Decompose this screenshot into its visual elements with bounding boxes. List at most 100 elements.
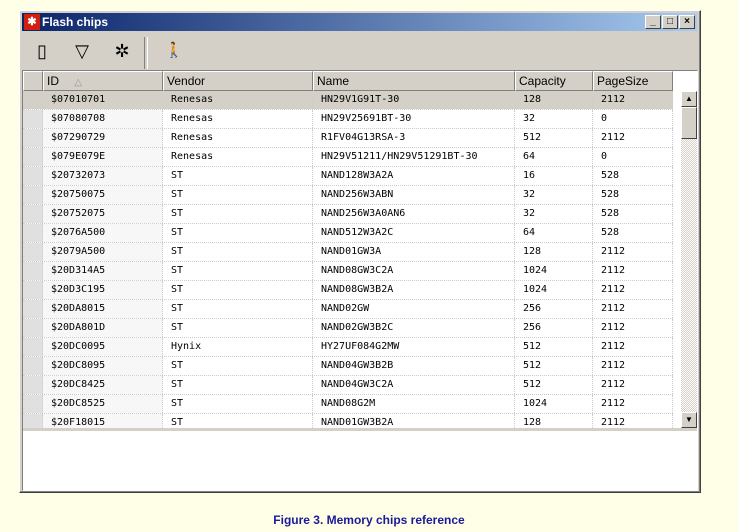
cell-pagesize[interactable]: 528 [593, 167, 673, 185]
cell-id[interactable]: $20DC8095 [43, 357, 163, 375]
cell-name[interactable]: NAND256W3ABN [313, 186, 515, 204]
cell-vendor[interactable]: ST [163, 262, 313, 280]
cell-pagesize[interactable]: 2112 [593, 262, 673, 280]
cell-name[interactable]: R1FV04G13RSA-3 [313, 129, 515, 147]
cell-name[interactable]: HN29V25691BT-30 [313, 110, 515, 128]
cell-pagesize[interactable]: 528 [593, 224, 673, 242]
header-id[interactable]: ID △ [43, 71, 163, 91]
cell-capacity[interactable]: 16 [515, 167, 593, 185]
cell-name[interactable]: NAND04GW3B2B [313, 357, 515, 375]
table-row[interactable]: $20DC0095 Hynix HY27UF084G2MW 512 2112 [23, 338, 673, 357]
row-indicator[interactable] [23, 300, 43, 318]
cell-pagesize[interactable]: 2112 [593, 129, 673, 147]
new-document-icon[interactable]: ▯ [30, 40, 54, 64]
cell-id[interactable]: $20DA801D [43, 319, 163, 337]
cell-pagesize[interactable]: 2112 [593, 357, 673, 375]
cell-name[interactable]: NAND04GW3C2A [313, 376, 515, 394]
cell-name[interactable]: NAND128W3A2A [313, 167, 515, 185]
table-row[interactable]: $20D3C195 ST NAND08GW3B2A 1024 2112 [23, 281, 673, 300]
cell-vendor[interactable]: ST [163, 186, 313, 204]
cell-capacity[interactable]: 1024 [515, 395, 593, 413]
cell-pagesize[interactable]: 2112 [593, 243, 673, 261]
cell-capacity[interactable]: 64 [515, 148, 593, 166]
row-indicator[interactable] [23, 395, 43, 413]
cell-id[interactable]: $20732073 [43, 167, 163, 185]
cell-id[interactable]: $20DA8015 [43, 300, 163, 318]
cell-capacity[interactable]: 512 [515, 376, 593, 394]
exit-icon[interactable]: 🚶 [162, 40, 186, 64]
cell-capacity[interactable]: 256 [515, 300, 593, 318]
cell-pagesize[interactable]: 2112 [593, 319, 673, 337]
cell-vendor[interactable]: ST [163, 205, 313, 223]
cell-capacity[interactable]: 256 [515, 319, 593, 337]
cell-name[interactable]: NAND01GW3A [313, 243, 515, 261]
cell-capacity[interactable]: 64 [515, 224, 593, 242]
cell-id[interactable]: $20DC8425 [43, 376, 163, 394]
table-row[interactable]: $2079A500 ST NAND01GW3A 128 2112 [23, 243, 673, 262]
cell-id[interactable]: $20750075 [43, 186, 163, 204]
table-row[interactable]: $07010701 Renesas HN29V1G91T-30 128 2112 [23, 91, 673, 110]
cell-capacity[interactable]: 128 [515, 243, 593, 261]
row-indicator[interactable] [23, 205, 43, 223]
table-row[interactable]: $079E079E Renesas HN29V51211/HN29V51291BT-… [23, 148, 673, 167]
vertical-scrollbar[interactable]: ▲ ▼ [681, 91, 697, 428]
cell-name[interactable]: NAND08G2M [313, 395, 515, 413]
header-capacity[interactable]: Capacity [515, 71, 593, 91]
row-indicator[interactable] [23, 243, 43, 261]
cell-vendor[interactable]: Renesas [163, 110, 313, 128]
cell-capacity[interactable]: 32 [515, 186, 593, 204]
title-bar[interactable]: ✱ Flash chips _ □ × [22, 13, 697, 31]
row-indicator[interactable] [23, 319, 43, 337]
table-row[interactable]: $20D314A5 ST NAND08GW3C2A 1024 2112 [23, 262, 673, 281]
cell-name[interactable]: NAND08GW3B2A [313, 281, 515, 299]
row-indicator[interactable] [23, 357, 43, 375]
cell-pagesize[interactable]: 528 [593, 205, 673, 223]
row-indicator[interactable] [23, 224, 43, 242]
table-row[interactable]: $07080708 Renesas HN29V25691BT-30 32 0 [23, 110, 673, 129]
cell-vendor[interactable]: ST [163, 300, 313, 318]
cell-capacity[interactable]: 128 [515, 414, 593, 428]
table-row[interactable]: $20DC8425 ST NAND04GW3C2A 512 2112 [23, 376, 673, 395]
row-indicator[interactable] [23, 129, 43, 147]
cell-name[interactable]: NAND02GW [313, 300, 515, 318]
cell-vendor[interactable]: ST [163, 414, 313, 428]
table-row[interactable]: $20750075 ST NAND256W3ABN 32 528 [23, 186, 673, 205]
cell-capacity[interactable]: 128 [515, 91, 593, 109]
cell-vendor[interactable]: ST [163, 376, 313, 394]
table-row[interactable]: $20F18015 ST NAND01GW3B2A 128 2112 [23, 414, 673, 428]
cell-pagesize[interactable]: 2112 [593, 91, 673, 109]
cell-capacity[interactable]: 1024 [515, 281, 593, 299]
row-indicator[interactable] [23, 262, 43, 280]
cell-vendor[interactable]: Renesas [163, 148, 313, 166]
scroll-down-button[interactable]: ▼ [681, 412, 697, 428]
row-indicator[interactable] [23, 148, 43, 166]
cell-vendor[interactable]: Hynix [163, 338, 313, 356]
cell-name[interactable]: NAND512W3A2C [313, 224, 515, 242]
cell-capacity[interactable]: 32 [515, 110, 593, 128]
cell-name[interactable]: NAND256W3A0AN6 [313, 205, 515, 223]
cell-vendor[interactable]: ST [163, 281, 313, 299]
cell-id[interactable]: $20D3C195 [43, 281, 163, 299]
table-row[interactable]: $20DC8525 ST NAND08G2M 1024 2112 [23, 395, 673, 414]
cell-name[interactable]: NAND01GW3B2A [313, 414, 515, 428]
cell-pagesize[interactable]: 0 [593, 110, 673, 128]
scroll-up-button[interactable]: ▲ [681, 91, 697, 107]
table-row[interactable]: $2076A500 ST NAND512W3A2C 64 528 [23, 224, 673, 243]
cell-capacity[interactable]: 1024 [515, 262, 593, 280]
cell-pagesize[interactable]: 0 [593, 148, 673, 166]
row-indicator[interactable] [23, 91, 43, 109]
row-indicator[interactable] [23, 414, 43, 428]
row-indicator[interactable] [23, 281, 43, 299]
filter-document-icon[interactable]: ▽ [70, 40, 94, 64]
cell-capacity[interactable]: 512 [515, 338, 593, 356]
row-indicator[interactable] [23, 110, 43, 128]
cell-id[interactable]: $20DC8525 [43, 395, 163, 413]
table-row[interactable]: $07290729 Renesas R1FV04G13RSA-3 512 2112 [23, 129, 673, 148]
cell-name[interactable]: HY27UF084G2MW [313, 338, 515, 356]
header-name[interactable]: Name [313, 71, 515, 91]
scroll-thumb[interactable] [681, 107, 697, 139]
cell-vendor[interactable]: ST [163, 243, 313, 261]
cell-id[interactable]: $07290729 [43, 129, 163, 147]
cell-id[interactable]: $20D314A5 [43, 262, 163, 280]
delete-document-icon[interactable]: ✲ [110, 40, 134, 64]
